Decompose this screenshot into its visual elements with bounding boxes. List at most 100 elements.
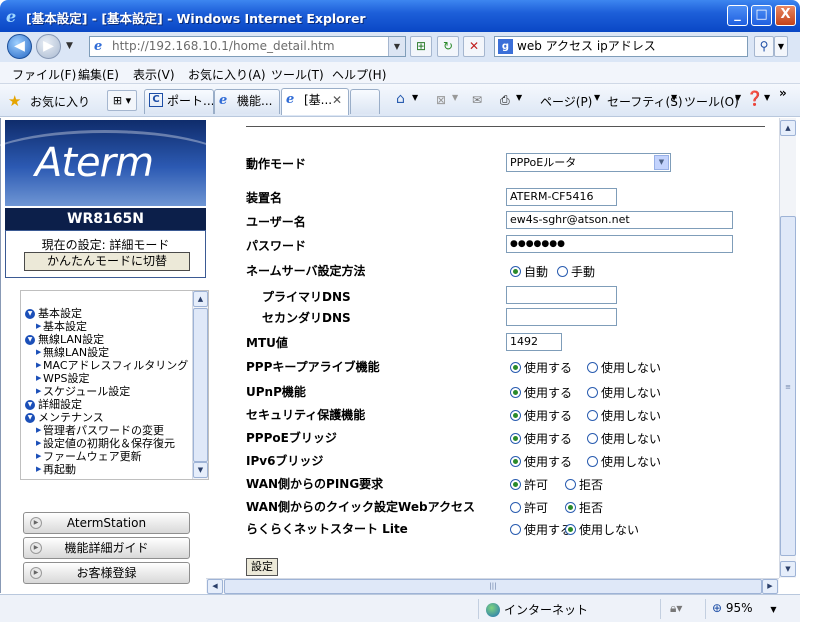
- option-radio-left[interactable]: 使用する: [510, 521, 572, 538]
- primary-dns-input[interactable]: [506, 286, 617, 304]
- zoom-level[interactable]: ⊕ 95% ▼: [712, 601, 777, 615]
- back-button[interactable]: ◀: [7, 34, 32, 59]
- radio-checked[interactable]: [510, 410, 521, 421]
- nav-link[interactable]: ▶ 基本設定: [23, 320, 193, 333]
- scroll-right-icon[interactable]: ▶: [762, 579, 778, 594]
- nav-group[interactable]: ▼ 基本設定: [23, 307, 193, 320]
- password-input[interactable]: ●●●●●●●: [506, 235, 733, 253]
- tab-active[interactable]: e [基... ✕: [281, 88, 349, 115]
- menu-tools[interactable]: ツール(T): [271, 66, 324, 83]
- radio-unchecked[interactable]: [587, 410, 598, 421]
- compatibility-icon[interactable]: ⊞: [410, 36, 432, 57]
- submit-button[interactable]: 設定: [246, 558, 278, 576]
- minimize-button[interactable]: _: [727, 5, 748, 26]
- protected-mode-icon[interactable]: 🔒︎▾: [670, 601, 682, 616]
- history-dropdown-icon[interactable]: ▼: [66, 41, 73, 51]
- feeds-dropdown-icon[interactable]: ▼: [452, 93, 458, 102]
- address-field[interactable]: e http://192.168.10.1/home_detail.htm ▼: [89, 36, 406, 57]
- refresh-icon[interactable]: ↻: [437, 36, 459, 57]
- zoom-dropdown-icon[interactable]: ▼: [770, 605, 776, 614]
- option-radio-right[interactable]: 使用しない: [587, 384, 661, 401]
- radio-checked[interactable]: [565, 524, 576, 535]
- radio-checked[interactable]: [510, 479, 521, 490]
- option-radio-right[interactable]: 使用しない: [587, 453, 661, 470]
- close-button[interactable]: X: [775, 5, 796, 26]
- dns-manual-radio[interactable]: 手動: [557, 263, 595, 280]
- option-radio-left[interactable]: 使用する: [510, 453, 572, 470]
- radio-checked[interactable]: [510, 387, 521, 398]
- print-dropdown-icon[interactable]: ▼: [516, 93, 522, 102]
- device-name-input[interactable]: ATERM-CF5416: [506, 188, 617, 206]
- search-dropdown-icon[interactable]: ▼: [774, 36, 788, 57]
- tools-menu[interactable]: ツール(O): [684, 93, 739, 110]
- option-radio-left[interactable]: 使用する: [510, 384, 572, 401]
- radio-unchecked[interactable]: [587, 456, 598, 467]
- radio-checked[interactable]: [565, 502, 576, 513]
- option-radio-right[interactable]: 使用しない: [587, 359, 661, 376]
- radio-unchecked[interactable]: [587, 433, 598, 444]
- maximize-button[interactable]: □: [751, 5, 772, 26]
- option-radio-right[interactable]: 使用しない: [587, 407, 661, 424]
- page-menu[interactable]: ページ(P): [540, 93, 592, 110]
- nav-group[interactable]: ▼ メンテナンス: [23, 411, 193, 424]
- nav-group[interactable]: ▼ 詳細設定: [23, 398, 193, 411]
- switch-easy-mode-button[interactable]: かんたんモードに切替: [24, 252, 190, 271]
- feature-guide-button[interactable]: ▶ 機能詳細ガイド: [23, 537, 190, 559]
- radio-unchecked[interactable]: [565, 479, 576, 490]
- scroll-left-icon[interactable]: ◀: [207, 579, 223, 594]
- radio-checked[interactable]: [510, 266, 521, 277]
- scroll-down-icon[interactable]: ▼: [780, 561, 796, 577]
- page-vertical-scrollbar[interactable]: ▲ ≡ ▼: [779, 118, 796, 578]
- chevron-down-icon[interactable]: ▼: [654, 155, 669, 170]
- customer-registration-button[interactable]: ▶ お客様登録: [23, 562, 190, 584]
- radio-checked[interactable]: [510, 433, 521, 444]
- secondary-dns-input[interactable]: [506, 308, 617, 326]
- search-input[interactable]: g web アクセス ipアドレス: [494, 36, 748, 57]
- option-radio-left[interactable]: 使用する: [510, 430, 572, 447]
- feeds-icon[interactable]: ⊠: [436, 93, 446, 107]
- dns-auto-radio[interactable]: 自動: [510, 263, 548, 280]
- atermstation-button[interactable]: ▶ AtermStation: [23, 512, 190, 534]
- option-radio-right[interactable]: 拒否: [565, 476, 603, 493]
- toolbar-overflow-icon[interactable]: »: [779, 86, 787, 100]
- radio-checked[interactable]: [510, 456, 521, 467]
- option-radio-right[interactable]: 使用しない: [587, 430, 661, 447]
- mtu-input[interactable]: 1492: [506, 333, 562, 351]
- radio-unchecked[interactable]: [510, 524, 521, 535]
- stop-icon[interactable]: ✕: [463, 36, 485, 57]
- nav-link[interactable]: ▶ MACアドレスフィルタリング: [23, 359, 193, 372]
- radio-unchecked[interactable]: [587, 362, 598, 373]
- safety-dropdown-icon[interactable]: ▼: [671, 93, 677, 102]
- favorites-button[interactable]: お気に入り: [30, 93, 90, 110]
- quick-tabs-icon[interactable]: ⊞ ▾: [107, 90, 137, 111]
- home-dropdown-icon[interactable]: ▼: [412, 93, 418, 102]
- option-radio-right[interactable]: 使用しない: [565, 521, 639, 538]
- tab-close-icon[interactable]: ✕: [332, 89, 342, 111]
- forward-button[interactable]: ▶: [36, 34, 61, 59]
- mode-select[interactable]: PPPoEルータ ▼: [506, 153, 671, 172]
- tab-features[interactable]: e 機能...: [214, 89, 280, 114]
- option-radio-left[interactable]: 許可: [510, 476, 548, 493]
- scroll-up-icon[interactable]: ▲: [780, 120, 796, 136]
- menu-edit[interactable]: 編集(E): [78, 66, 119, 83]
- menu-help[interactable]: ヘルプ(H): [332, 66, 386, 83]
- nav-link[interactable]: ▶ 管理者パスワードの変更: [23, 424, 193, 437]
- address-dropdown-icon[interactable]: ▼: [388, 37, 405, 56]
- option-radio-left[interactable]: 使用する: [510, 359, 572, 376]
- scroll-thumb[interactable]: ≡: [780, 216, 796, 556]
- horizontal-scroll-thumb[interactable]: |||: [224, 579, 762, 594]
- favorites-star-icon[interactable]: ★: [8, 92, 21, 110]
- nav-link[interactable]: ▶ 無線LAN設定: [23, 346, 193, 359]
- nav-link[interactable]: ▶ ファームウェア更新: [23, 450, 193, 463]
- nav-link[interactable]: ▶ 設定値の初期化＆保存復元: [23, 437, 193, 450]
- username-input[interactable]: ew4s-sghr@atson.net: [506, 211, 733, 229]
- option-radio-right[interactable]: 拒否: [565, 499, 603, 516]
- radio-unchecked[interactable]: [510, 502, 521, 513]
- option-radio-left[interactable]: 許可: [510, 499, 548, 516]
- nav-group[interactable]: ▼ 無線LAN設定: [23, 333, 193, 346]
- radio-unchecked[interactable]: [557, 266, 568, 277]
- nav-link[interactable]: ▶ WPS設定: [23, 372, 193, 385]
- print-icon[interactable]: ⎙: [500, 93, 510, 108]
- search-icon[interactable]: ⚲: [754, 36, 774, 57]
- radio-checked[interactable]: [510, 362, 521, 373]
